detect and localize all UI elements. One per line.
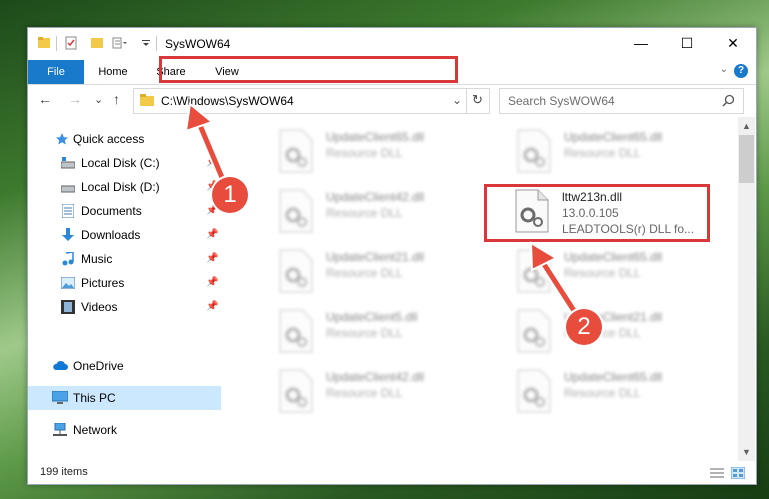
arrow-2 <box>529 241 585 325</box>
step-marker-1: 1 <box>212 177 248 213</box>
arrow-1 <box>184 102 231 192</box>
annotation-arrows <box>184 102 585 325</box>
step-marker-2: 2 <box>566 309 602 345</box>
